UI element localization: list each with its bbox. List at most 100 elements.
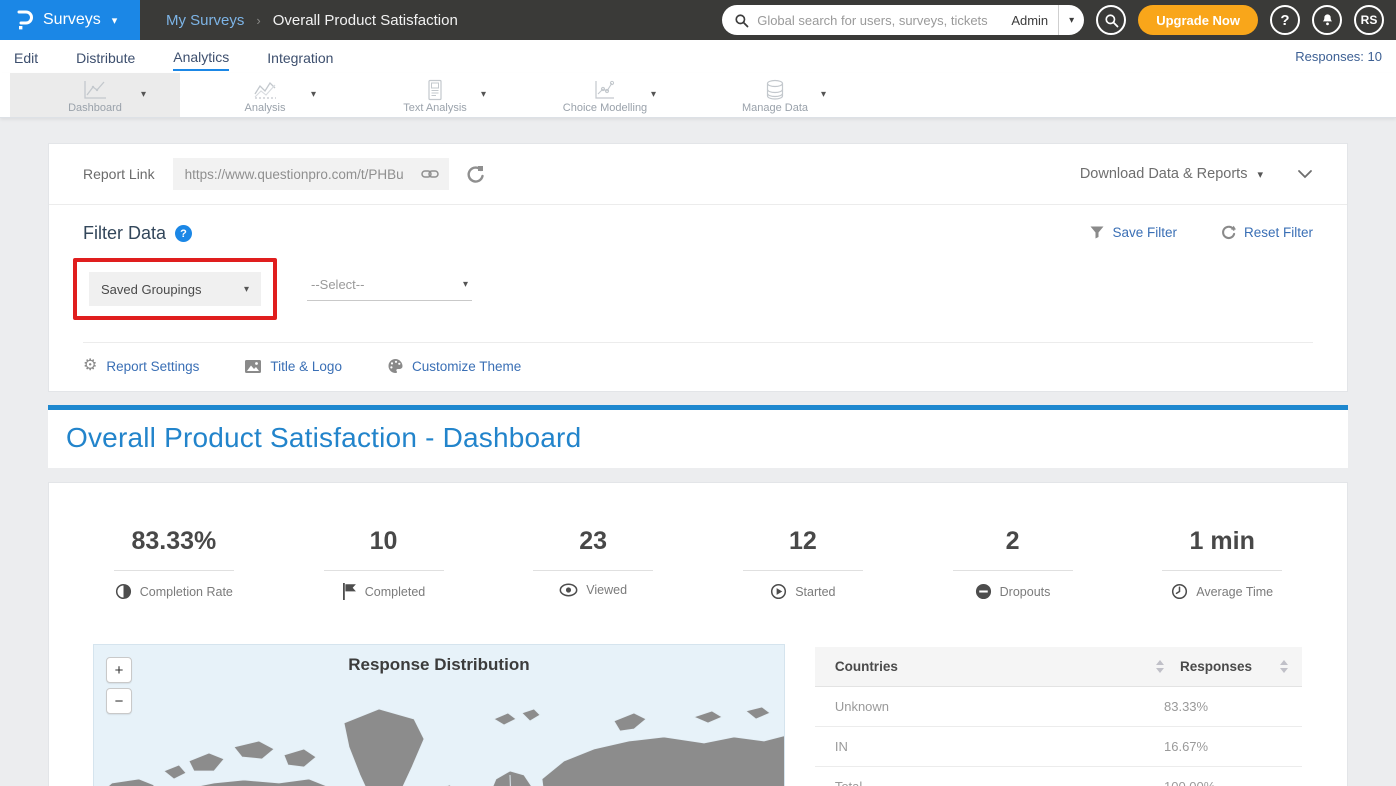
global-search[interactable]: Admin ▾: [722, 5, 1084, 35]
filter-help-icon[interactable]: ?: [175, 225, 192, 242]
stat-viewed: 23 Viewed: [488, 527, 698, 600]
customize-theme-label: Customize Theme: [412, 359, 521, 374]
caret-down-icon[interactable]: ▾: [141, 89, 146, 100]
divider: [533, 570, 653, 571]
filter-data-section: Filter Data ? Save Filter: [49, 205, 1347, 343]
funnel-icon: [1090, 226, 1104, 239]
dashboard-chart-icon: [82, 79, 108, 101]
map-title: Response Distribution: [94, 645, 784, 675]
stat-completion-rate: 83.33% Completion Rate: [69, 527, 279, 600]
notifications-button[interactable]: [1312, 5, 1342, 35]
stat-label: Completion Rate: [140, 585, 233, 599]
caret-down-icon[interactable]: ▾: [481, 89, 486, 100]
search-scope-divider: [1058, 5, 1059, 35]
search-button[interactable]: [1096, 5, 1126, 35]
tab-manage-data[interactable]: Manage Data ▾: [690, 73, 860, 117]
report-settings-label: Report Settings: [106, 359, 199, 374]
nav-item-integration[interactable]: Integration: [267, 44, 333, 70]
grouping-value-select[interactable]: --Select-- ▾: [307, 277, 472, 301]
stat-label: Started: [795, 585, 835, 599]
responses-cell: 100.00%: [1164, 779, 1288, 786]
reset-filter-label: Reset Filter: [1244, 225, 1313, 240]
question-mark-icon: ?: [1280, 12, 1289, 29]
tab-analysis[interactable]: Analysis ▾: [180, 73, 350, 117]
share-report-button[interactable]: [465, 164, 485, 184]
countries-table: Countries Responses Unknown 83.33%: [815, 647, 1302, 786]
breadcrumb-separator: ›: [256, 13, 260, 28]
country-cell: Total: [835, 779, 1164, 786]
caret-down-icon[interactable]: ▾: [821, 89, 826, 100]
bell-icon: [1320, 12, 1335, 28]
stat-value: 10: [370, 527, 398, 556]
caret-down-icon: ▾: [463, 279, 468, 290]
responses-cell: 83.33%: [1164, 699, 1288, 714]
global-search-input[interactable]: [757, 13, 1011, 28]
eye-icon: [559, 583, 578, 597]
divider: [743, 570, 863, 571]
nav-item-analytics[interactable]: Analytics: [173, 43, 229, 71]
upgrade-now-button[interactable]: Upgrade Now: [1138, 5, 1258, 35]
refresh-icon: [1221, 225, 1236, 240]
title-logo-button[interactable]: Title & Logo: [245, 359, 342, 374]
saved-groupings-select[interactable]: Saved Groupings ▾: [89, 272, 261, 306]
avatar[interactable]: RS: [1354, 5, 1384, 35]
contrast-circle-icon: [115, 583, 132, 600]
responses-count: Responses: 10: [1295, 49, 1382, 64]
topbar-actions: Admin ▾ Upgrade Now ? RS: [722, 0, 1396, 40]
response-distribution-map: Response Distribution + −: [93, 644, 785, 786]
column-header-countries[interactable]: Countries: [835, 659, 1156, 674]
report-link-label: Report Link: [83, 166, 155, 182]
breadcrumb-my-surveys[interactable]: My Surveys: [166, 12, 244, 29]
clock-icon: [1171, 583, 1188, 600]
tab-choice-modelling[interactable]: Choice Modelling ▾: [520, 73, 690, 117]
grouping-value-placeholder: --Select--: [311, 277, 364, 292]
divider: [1162, 570, 1282, 571]
report-tools-row: ⚙ Report Settings Title & Logo: [49, 343, 1347, 391]
reset-filter-button[interactable]: Reset Filter: [1221, 225, 1313, 240]
sort-icon[interactable]: [1156, 660, 1164, 673]
tab-dashboard[interactable]: Dashboard ▾: [10, 73, 180, 117]
divider: [324, 570, 444, 571]
world-map-graphic[interactable]: [94, 683, 785, 786]
sort-icon[interactable]: [1280, 660, 1288, 673]
report-link-row: Report Link https://www.questionpro.com/…: [49, 144, 1347, 205]
database-icon: [762, 79, 788, 101]
stat-completed: 10 Completed: [279, 527, 489, 600]
stat-average-time: 1 min Average Time: [1117, 527, 1327, 600]
download-data-reports-button[interactable]: Download Data & Reports ▾: [1080, 166, 1263, 182]
collapse-panel-button[interactable]: [1297, 169, 1313, 179]
title-logo-label: Title & Logo: [270, 359, 342, 374]
caret-down-icon[interactable]: ▾: [651, 89, 656, 100]
report-url[interactable]: https://www.questionpro.com/t/PHBu: [185, 167, 413, 182]
product-switcher[interactable]: Surveys ▾: [0, 0, 140, 40]
tab-label: Manage Data: [742, 102, 808, 114]
customize-theme-button[interactable]: Customize Theme: [388, 359, 521, 374]
gear-icon: ⚙: [83, 358, 97, 374]
nav-item-distribute[interactable]: Distribute: [76, 44, 135, 70]
divider: [83, 342, 1313, 343]
filter-controls: Saved Groupings ▾ --Select-- ▾: [83, 258, 1313, 320]
tab-text-analysis[interactable]: Text Analysis ▾: [350, 73, 520, 117]
nav-item-edit[interactable]: Edit: [14, 44, 38, 70]
stat-started: 12 Started: [698, 527, 908, 600]
stat-value: 1 min: [1190, 527, 1255, 556]
caret-down-icon[interactable]: ▾: [311, 89, 316, 100]
report-filter-card: Report Link https://www.questionpro.com/…: [48, 143, 1348, 392]
search-scope-caret-icon[interactable]: ▾: [1069, 15, 1074, 26]
map-zoom-controls: + −: [106, 657, 132, 714]
save-filter-button[interactable]: Save Filter: [1090, 225, 1177, 240]
zoom-out-button[interactable]: −: [106, 688, 132, 714]
report-settings-button[interactable]: ⚙ Report Settings: [83, 358, 199, 374]
caret-down-icon: ▾: [112, 14, 118, 27]
breadcrumb: My Surveys › Overall Product Satisfactio…: [166, 0, 458, 40]
saved-groupings-label: Saved Groupings: [101, 282, 201, 297]
help-button[interactable]: ?: [1270, 5, 1300, 35]
column-header-responses[interactable]: Responses: [1180, 659, 1280, 674]
survey-section-nav: Edit Distribute Analytics Integration Re…: [0, 40, 1396, 73]
zoom-in-button[interactable]: +: [106, 657, 132, 683]
choice-modelling-icon: [592, 79, 618, 101]
dashboard-card: 83.33% Completion Rate 10: [48, 482, 1348, 786]
analytics-tab-strip: Dashboard ▾ Analysis ▾ Text Analysis ▾: [0, 73, 1396, 118]
report-url-field[interactable]: https://www.questionpro.com/t/PHBu: [173, 158, 449, 190]
filter-data-title: Filter Data: [83, 223, 166, 244]
